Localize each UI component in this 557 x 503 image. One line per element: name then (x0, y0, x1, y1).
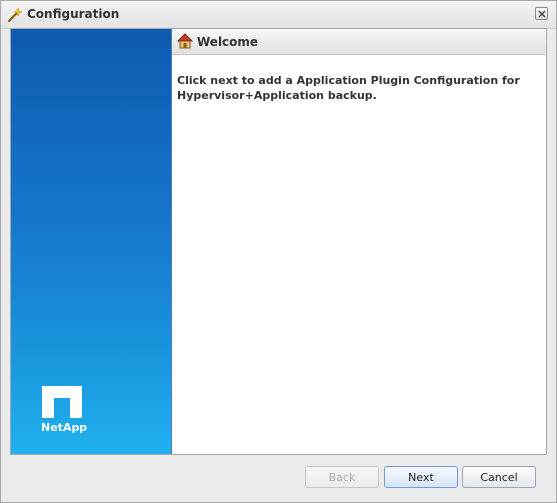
close-button[interactable] (535, 7, 548, 20)
window-title: Configuration (27, 7, 120, 21)
welcome-message: Click next to add a Application Plugin C… (177, 74, 520, 102)
step-title: Welcome (197, 35, 259, 49)
netapp-logo-icon (42, 386, 82, 418)
title-bar[interactable]: Configuration (1, 1, 556, 29)
home-icon (176, 33, 194, 49)
wizard-content: NetApp Welcome Click next to add a Appli… (10, 28, 547, 455)
configuration-dialog: Configuration NetApp Welcome Click next … (0, 0, 557, 503)
back-button[interactable]: Back (305, 466, 379, 488)
logo-text: NetApp (41, 421, 88, 434)
close-icon (538, 10, 546, 18)
next-button[interactable]: Next (384, 466, 458, 488)
step-header: Welcome (172, 29, 546, 55)
wizard-wand-icon (7, 7, 23, 23)
main-panel: Welcome Click next to add a Application … (172, 29, 546, 454)
branding-side-panel: NetApp (11, 29, 172, 454)
cancel-button[interactable]: Cancel (462, 466, 536, 488)
